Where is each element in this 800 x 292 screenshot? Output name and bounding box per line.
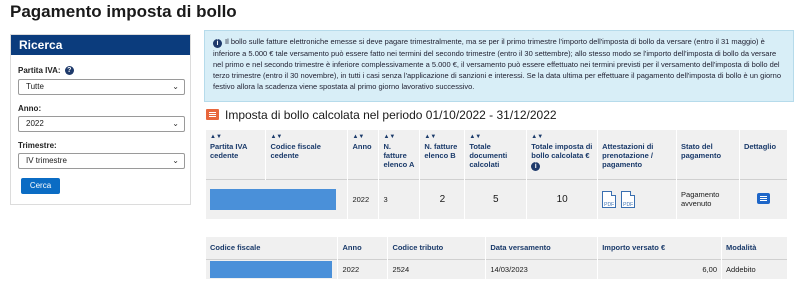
col-totale-imposta-label: Totale imposta di bollo calcolata € (531, 142, 593, 160)
col-fatture-a-label: N. fatture elenco A (383, 142, 415, 169)
cell-fatture-a: 3 (378, 178, 421, 219)
page-title: Pagamento imposta di bollo (10, 2, 237, 21)
sort-icon[interactable]: ▲▼ (383, 133, 415, 142)
detail-icon[interactable] (756, 192, 770, 204)
info-icon: i (213, 39, 222, 48)
col-partita-iva[interactable]: ▲▼ Partita IVA cedente (206, 130, 267, 179)
table-row: 2022 2524 14/03/2023 6,00 Addebito (206, 258, 788, 279)
section-title: Imposta di bollo calcolata nel periodo 0… (206, 108, 557, 122)
cell-data-versamento: 14/03/2023 (485, 258, 599, 279)
col-attestazioni-label: Attestazioni di prenotazione / pagamento (602, 142, 654, 169)
col-totale-documenti-label: Totale documenti calcolati (469, 142, 508, 169)
redacted-value (210, 188, 336, 210)
col-stato-label: Stato del pagamento (681, 142, 722, 160)
pdf-icon[interactable]: PDF (602, 190, 617, 208)
col-attestazioni: ▲Attestazioni di prenotazione / pagament… (597, 130, 678, 179)
list-icon (206, 109, 219, 120)
cell-modalita: Addebito (721, 258, 788, 279)
cell-codice-fiscale (206, 258, 339, 279)
payment-table: Codice fiscale Anno Codice tributo Data … (206, 237, 788, 279)
sort-icon[interactable]: ▲▼ (531, 133, 593, 142)
col-fatture-b[interactable]: ▲▼ N. fatture elenco B (419, 130, 466, 179)
col-stato: ▲Stato del pagamento (676, 130, 740, 179)
col-fatture-b-label: N. fatture elenco B (424, 142, 458, 160)
col-anno: Anno (337, 237, 389, 259)
cell-codice-tributo: 2524 (387, 258, 487, 279)
partita-iva-value: Tutte (26, 82, 44, 91)
search-panel-header: Ricerca (11, 35, 190, 55)
cell-attestazioni: PDF PDF (597, 178, 678, 219)
col-codice-fiscale[interactable]: ▲▼ Codice fiscale cedente (265, 130, 349, 179)
cell-fatture-b: 2 (419, 178, 466, 219)
col-partita-iva-label: Partita IVA cedente (210, 142, 248, 160)
cell-importo: 6,00 (597, 258, 723, 279)
info-box: i Il bollo sulle fatture elettroniche eme… (204, 30, 794, 102)
anno-label: Anno: (18, 104, 42, 113)
col-modalita: Modalità (721, 237, 788, 259)
sort-icon[interactable]: ▲▼ (469, 133, 522, 142)
chevron-down-icon: ⌄ (172, 156, 179, 165)
trimestre-value: IV trimestre (26, 156, 67, 165)
sort-icon[interactable]: ▲▼ (270, 133, 343, 142)
cell-totale-documenti: 5 (464, 178, 528, 219)
partita-iva-label: Partita IVA: ? (18, 66, 74, 76)
col-codice-fiscale-label: Codice fiscale cedente (270, 142, 321, 160)
info-text: Il bollo sulle fatture elettroniche emes… (213, 37, 782, 91)
chevron-down-icon: ⌄ (172, 82, 179, 91)
search-button[interactable]: Cerca (21, 178, 60, 194)
cell-stato: Pagamento avvenuto (676, 178, 740, 219)
cell-totale-imposta: 10 (526, 178, 599, 219)
section-title-text: Imposta di bollo calcolata nel periodo 0… (225, 108, 557, 122)
info-icon[interactable]: i (531, 162, 541, 171)
col-fatture-a[interactable]: ▲▼ N. fatture elenco A (378, 130, 421, 179)
calc-table: ▲▼ Partita IVA cedente ▲▼ Codice fiscale c… (206, 130, 789, 219)
cell-anno: 2022 (347, 178, 380, 219)
anno-select[interactable]: 2022 ⌄ (18, 116, 185, 132)
help-icon[interactable]: ? (64, 66, 74, 76)
trimestre-select[interactable]: IV trimestre ⌄ (18, 153, 185, 169)
col-importo: Importo versato € (597, 237, 723, 259)
col-anno[interactable]: ▲▼ Anno (347, 130, 380, 179)
col-dettaglio-label: Dettaglio (743, 142, 777, 151)
sort-icon[interactable]: ▲▼ (210, 133, 261, 142)
anno-value: 2022 (26, 119, 44, 128)
sort-icon[interactable]: ▲▼ (352, 133, 374, 142)
partita-iva-select[interactable]: Tutte ⌄ (18, 79, 185, 95)
col-codice-tributo: Codice tributo (387, 237, 487, 259)
cell-partita-iva-codice-fiscale (206, 178, 349, 219)
col-dettaglio: ▲Dettaglio (739, 130, 789, 179)
col-codice-fiscale: Codice fiscale (206, 237, 339, 259)
chevron-down-icon: ⌄ (172, 119, 179, 128)
cell-anno: 2022 (337, 258, 389, 279)
col-totale-imposta[interactable]: ▲▼ Totale imposta di bollo calcolata € i (526, 130, 599, 179)
search-panel: Ricerca Partita IVA: ? Tutte ⌄ Anno: 202… (10, 34, 191, 205)
trimestre-label: Trimestre: (18, 141, 57, 150)
cell-dettaglio (739, 178, 789, 219)
sort-icon[interactable]: ▲▼ (424, 133, 460, 142)
table-row: 2022 3 2 5 10 PDF PDF Pagamento avvenuto (206, 178, 789, 219)
redacted-value (210, 260, 332, 278)
pdf-icon[interactable]: PDF (621, 190, 636, 208)
col-totale-documenti[interactable]: ▲▼ Totale documenti calcolati (464, 130, 528, 179)
col-data-versamento: Data versamento (485, 237, 599, 259)
col-anno-label: Anno (352, 142, 372, 151)
partita-iva-label-text: Partita IVA: (18, 66, 61, 75)
